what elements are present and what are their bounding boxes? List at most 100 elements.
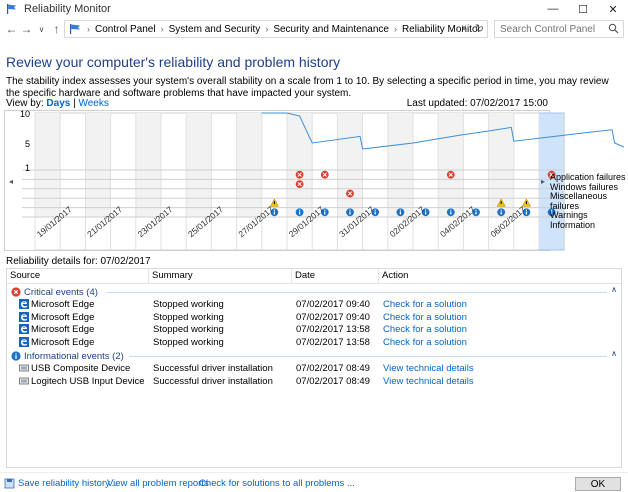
row-action-link[interactable]: Check for a solution: [383, 337, 467, 348]
row-summary: Stopped working: [153, 311, 224, 323]
reliability-chart-svg[interactable]: 1051◂ ▸19/01/2017 21/01/2017 23/01/2017 25/0…: [4, 110, 624, 254]
row-source: Microsoft Edge: [31, 299, 95, 310]
table-header: Source Summary Date Action: [7, 269, 621, 284]
critical-events-label: Critical events (4): [24, 286, 98, 298]
column-action[interactable]: Action: [379, 269, 619, 283]
flag-icon: [7, 4, 16, 14]
breadcrumb-reliability-monitor[interactable]: Reliability Monitor: [402, 24, 481, 35]
breadcrumb-separator: ›: [393, 24, 397, 34]
informational-events-group[interactable]: Informational events (2) ∧: [7, 349, 621, 362]
microsoft-edge-icon: [19, 336, 29, 347]
error-icon: [11, 287, 21, 297]
chart-column-band: [387, 113, 413, 217]
row-summary: Stopped working: [153, 324, 224, 336]
row-action-link[interactable]: Check for a solution: [383, 324, 467, 335]
info-icon: [11, 351, 21, 361]
row-summary: Successful driver installation: [153, 363, 273, 375]
row-action-link[interactable]: Check for a solution: [383, 312, 467, 323]
row-action-link[interactable]: View technical details: [383, 363, 474, 374]
view-weeks-link[interactable]: Weeks: [78, 98, 108, 109]
chart-legend: Application failures Windows failures Mi…: [550, 172, 628, 231]
warning-event-mark: [525, 201, 527, 205]
row-action-link[interactable]: View technical details: [383, 376, 474, 387]
details-for-label: Reliability details for: 07/02/2017: [6, 256, 151, 267]
collapse-chevron-icon[interactable]: ∧: [611, 349, 617, 358]
recent-dropdown-icon[interactable]: ∨: [34, 20, 49, 38]
address-bar[interactable]: › Control Panel › System and Security › …: [64, 20, 488, 38]
view-by-separator: |: [73, 98, 76, 109]
breadcrumb-separator: ›: [265, 24, 269, 34]
row-source: Microsoft Edge: [31, 311, 95, 323]
info-event-mark: [500, 211, 502, 215]
column-date[interactable]: Date: [292, 269, 379, 283]
table-row[interactable]: Microsoft Edge Stopped working 07/02/2017 …: [7, 323, 621, 336]
search-input[interactable]: [495, 23, 605, 35]
table-row[interactable]: Logitech USB Input Device Successful driv…: [7, 375, 621, 388]
collapse-chevron-icon[interactable]: ∧: [611, 285, 617, 294]
table-row[interactable]: USB Composite Device Successful driver in…: [7, 362, 621, 375]
window-title: Reliability Monitor: [24, 3, 111, 15]
scroll-right-icon[interactable]: ▸: [541, 177, 545, 186]
search-box[interactable]: [494, 20, 624, 38]
row-summary: Successful driver installation: [153, 375, 273, 387]
column-source[interactable]: Source: [7, 269, 149, 283]
save-history-link[interactable]: Save reliability history...: [18, 478, 117, 489]
save-icon: [4, 478, 15, 489]
row-date: 07/02/2017 09:40: [296, 311, 370, 323]
info-event-dot: [299, 209, 301, 211]
chart-column-band: [35, 113, 61, 217]
breadcrumb-control-panel[interactable]: Control Panel: [95, 24, 156, 35]
warning-event-mark: [500, 201, 502, 205]
reliability-details-table: Source Summary Date Action Critical even…: [6, 268, 622, 468]
breadcrumb-system-security[interactable]: System and Security: [169, 24, 261, 35]
view-days-link[interactable]: Days: [46, 98, 70, 109]
address-dropdown-icon[interactable]: ∨: [461, 23, 467, 32]
column-summary[interactable]: Summary: [149, 269, 292, 283]
info-event-dot: [500, 209, 502, 211]
minimize-button[interactable]: —: [538, 0, 568, 18]
info-event-mark: [349, 211, 351, 215]
microsoft-edge-icon: [19, 299, 29, 309]
row-date: 07/02/2017 08:49: [296, 363, 370, 375]
table-row[interactable]: Microsoft Edge Stopped working 07/02/2017 …: [7, 336, 621, 349]
scroll-left-icon[interactable]: ◂: [9, 177, 13, 186]
informational-events-label: Informational events (2): [24, 350, 124, 362]
row-action-link[interactable]: Check for a solution: [383, 299, 467, 310]
navigation-bar: ← → ∨ ↑ › Control Panel › System and Sec…: [0, 18, 628, 40]
close-button[interactable]: ✕: [598, 0, 628, 18]
forward-arrow-icon[interactable]: →: [19, 20, 34, 38]
refresh-icon[interactable]: ↻: [475, 22, 484, 35]
critical-events-group[interactable]: Critical events (4) ∧: [7, 285, 621, 298]
maximize-button[interactable]: ☐: [568, 0, 598, 18]
reliability-chart[interactable]: 10 5 1 ◂ ▸ 19/01/2017 21/01/2017 23/01/2017 25/0…: [4, 110, 624, 254]
row-date: 07/02/2017 13:58: [296, 336, 370, 348]
y-tick-label: 1: [25, 163, 30, 173]
chart-column-band: [135, 113, 161, 217]
chart-column-band: [287, 113, 313, 217]
usb-device-icon: [19, 364, 29, 372]
breadcrumb-separator: ›: [160, 24, 164, 34]
table-row[interactable]: Microsoft Edge Stopped working 07/02/2017 …: [7, 298, 621, 311]
row-summary: Stopped working: [153, 336, 224, 348]
search-icon[interactable]: [608, 23, 619, 34]
check-all-solutions-link[interactable]: Check for solutions to all problems ...: [199, 478, 355, 489]
ok-button[interactable]: OK: [575, 477, 621, 491]
row-date: 07/02/2017 09:40: [296, 299, 370, 310]
control-panel-flag-icon: [70, 24, 80, 34]
usb-device-icon: [19, 377, 29, 385]
table-row[interactable]: Microsoft Edge Stopped working 07/02/2017 …: [7, 311, 621, 324]
chart-column-band: [337, 113, 363, 217]
row-source: Microsoft Edge: [31, 336, 95, 348]
info-event-mark: [399, 211, 401, 215]
title-bar: Reliability Monitor — ☐ ✕: [0, 0, 628, 18]
view-by-label: View by:: [6, 98, 44, 109]
info-event-dot: [399, 209, 401, 211]
info-event-dot: [450, 209, 452, 211]
breadcrumb-security-maintenance[interactable]: Security and Maintenance: [273, 24, 389, 35]
y-tick-label: 10: [20, 110, 30, 119]
back-arrow-icon[interactable]: ←: [4, 20, 19, 38]
view-all-reports-link[interactable]: View all problem reports: [107, 478, 209, 489]
up-arrow-icon[interactable]: ↑: [49, 20, 64, 38]
microsoft-edge-icon: [19, 311, 29, 322]
chart-column-band: [85, 113, 111, 217]
